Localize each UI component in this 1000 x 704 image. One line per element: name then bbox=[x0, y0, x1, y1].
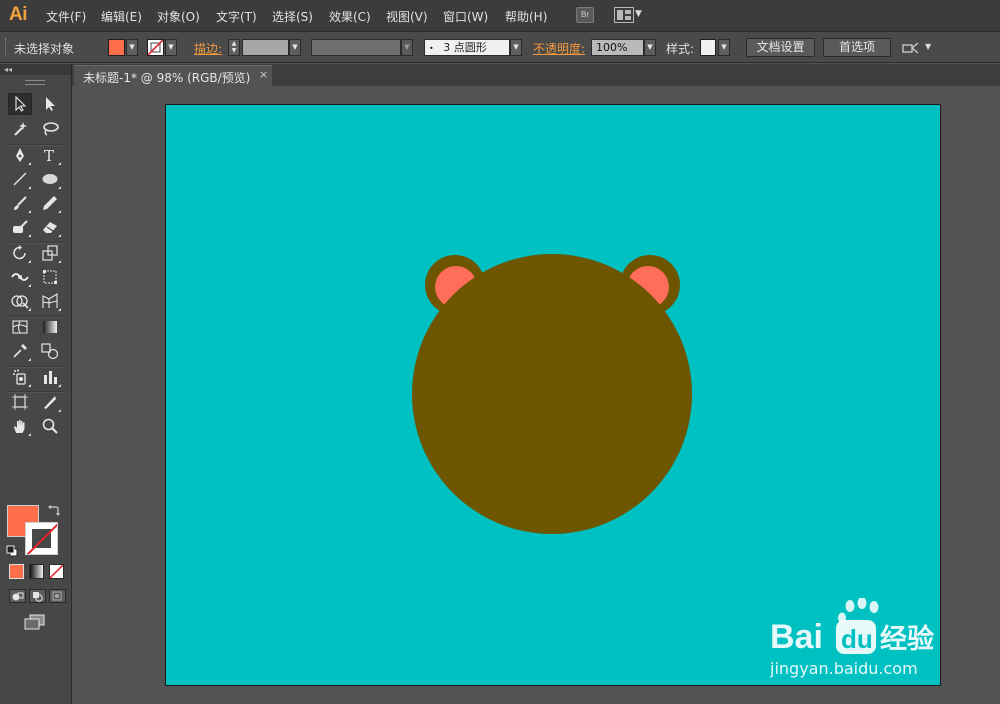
width-tool-icon[interactable] bbox=[8, 266, 32, 288]
panel-grip[interactable] bbox=[25, 80, 45, 85]
change-screen-mode-icon[interactable] bbox=[24, 614, 46, 630]
eraser-tool-icon[interactable] bbox=[38, 216, 62, 238]
fill-color-swatch[interactable] bbox=[108, 39, 125, 56]
preferences-button[interactable]: 首选项 bbox=[823, 38, 891, 57]
chevron-down-icon[interactable]: ▼ bbox=[635, 9, 642, 19]
column-graph-tool-icon[interactable] bbox=[38, 366, 62, 388]
svg-text:T: T bbox=[44, 147, 54, 163]
baidu-jingyan-watermark: Bai du 经验 jingyan.baidu.com bbox=[770, 598, 934, 678]
watermark-url: jingyan.baidu.com bbox=[770, 659, 918, 678]
brush-definition-field[interactable]: • 3 点圆形 bbox=[424, 39, 510, 56]
style-label: 样式: bbox=[666, 42, 695, 56]
draw-normal-icon[interactable] bbox=[9, 589, 26, 603]
direct-selection-tool-icon[interactable] bbox=[38, 93, 62, 115]
rotate-tool-icon[interactable] bbox=[8, 242, 32, 264]
paintbrush-tool-icon[interactable] bbox=[8, 192, 32, 214]
slice-tool-icon[interactable] bbox=[38, 391, 62, 413]
close-icon[interactable]: × bbox=[259, 68, 268, 81]
watermark-brand: Bai bbox=[770, 618, 823, 656]
menu-select[interactable]: 选择(S) bbox=[272, 8, 313, 25]
menu-help[interactable]: 帮助(H) bbox=[505, 8, 547, 25]
control-bar: 未选择对象 ▼ ▼ 描边: ▲ ▼ ▼ ▼ • 3 点圆形 ▼ 不透明度: 100… bbox=[0, 32, 1000, 63]
stroke-weight-dropdown-icon[interactable]: ▼ bbox=[289, 39, 301, 56]
swap-fill-stroke-icon[interactable] bbox=[48, 504, 60, 516]
document-setup-button[interactable]: 文档设置 bbox=[746, 38, 815, 57]
mesh-tool-icon[interactable] bbox=[8, 316, 32, 338]
stroke-color-swatch[interactable] bbox=[147, 39, 164, 56]
stroke-color-swatch[interactable] bbox=[25, 522, 58, 555]
profile-dropdown-icon[interactable]: ▼ bbox=[401, 39, 413, 56]
app-logo: Ai bbox=[9, 4, 28, 25]
gradient-mode-button[interactable] bbox=[29, 564, 44, 579]
opacity-label[interactable]: 不透明度: bbox=[533, 40, 585, 57]
stroke-label[interactable]: 描边: bbox=[194, 40, 222, 57]
pencil-tool-icon[interactable] bbox=[38, 192, 62, 214]
style-dropdown-icon[interactable]: ▼ bbox=[718, 39, 730, 56]
document-tab[interactable]: 未标题-1* @ 98% (RGB/预览) × bbox=[74, 65, 272, 86]
scale-tool-icon[interactable] bbox=[38, 242, 62, 264]
ellipse-tool-icon[interactable] bbox=[38, 168, 62, 190]
line-segment-tool-icon[interactable] bbox=[8, 168, 32, 190]
draw-inside-icon[interactable] bbox=[49, 589, 66, 603]
panel-menu-chevron-icon[interactable]: ▼ bbox=[925, 42, 931, 51]
fill-dropdown-icon[interactable]: ▼ bbox=[126, 39, 138, 56]
bear-face[interactable] bbox=[412, 254, 692, 534]
stroke-dropdown-icon[interactable]: ▼ bbox=[165, 39, 177, 56]
blend-tool-icon[interactable] bbox=[38, 340, 62, 362]
stroke-weight-stepper[interactable]: ▲ ▼ bbox=[228, 39, 240, 56]
gradient-tool-icon[interactable] bbox=[38, 316, 62, 338]
menu-bar: Ai 文件(F) 编辑(E) 对象(O) 文字(T) 选择(S) 效果(C) 视… bbox=[0, 0, 1000, 32]
opacity-dropdown-icon[interactable]: ▼ bbox=[644, 39, 656, 56]
watermark-brand-suffix: 经验 bbox=[880, 623, 934, 655]
opacity-input[interactable]: 100% bbox=[591, 39, 644, 56]
menu-view[interactable]: 视图(V) bbox=[386, 8, 428, 25]
none-mode-button[interactable] bbox=[49, 564, 64, 579]
symbol-sprayer-tool-icon[interactable] bbox=[8, 366, 32, 388]
menu-type[interactable]: 文字(T) bbox=[216, 8, 257, 25]
menu-window[interactable]: 窗口(W) bbox=[443, 8, 488, 25]
stroke-weight-input[interactable] bbox=[242, 39, 289, 56]
zoom-tool-icon[interactable] bbox=[38, 415, 62, 437]
color-mode-button[interactable] bbox=[9, 564, 24, 579]
pen-tool-icon[interactable] bbox=[8, 144, 32, 166]
eyedropper-tool-icon[interactable] bbox=[8, 340, 32, 362]
brush-dropdown-icon[interactable]: ▼ bbox=[510, 39, 522, 56]
variable-width-profile[interactable] bbox=[311, 39, 401, 56]
no-stroke-icon bbox=[148, 40, 163, 55]
no-color-icon bbox=[50, 565, 63, 578]
graphic-style-swatch[interactable] bbox=[700, 39, 716, 56]
hand-tool-icon[interactable] bbox=[8, 415, 32, 437]
collapse-panel-icon[interactable]: ◂◂ bbox=[0, 64, 71, 75]
lasso-tool-icon[interactable] bbox=[38, 118, 62, 140]
selection-tool-icon[interactable] bbox=[8, 93, 32, 115]
draw-behind-icon[interactable] bbox=[29, 589, 46, 603]
perspective-grid-tool-icon[interactable] bbox=[38, 290, 62, 312]
menu-effect[interactable]: 效果(C) bbox=[329, 8, 371, 25]
menu-object[interactable]: 对象(O) bbox=[157, 8, 200, 25]
blob-brush-tool-icon[interactable] bbox=[8, 216, 32, 238]
watermark-du-badge: du bbox=[836, 620, 876, 654]
panel-grip[interactable] bbox=[5, 38, 8, 56]
document-tab-strip: 未标题-1* @ 98% (RGB/预览) × bbox=[72, 64, 1000, 86]
menu-edit[interactable]: 编辑(E) bbox=[101, 8, 142, 25]
bridge-icon[interactable]: Br bbox=[576, 7, 594, 23]
type-tool-icon[interactable]: T bbox=[38, 144, 62, 166]
selection-status: 未选择对象 bbox=[14, 42, 75, 56]
free-transform-tool-icon[interactable] bbox=[38, 266, 62, 288]
arrange-documents-icon[interactable] bbox=[614, 7, 634, 23]
svg-text:du: du bbox=[841, 624, 873, 654]
shape-builder-tool-icon[interactable] bbox=[8, 290, 32, 312]
tools-panel: ◂◂ T bbox=[0, 64, 72, 704]
artboard-tool-icon[interactable] bbox=[8, 391, 32, 413]
isolate-icon[interactable] bbox=[902, 41, 920, 55]
menu-file[interactable]: 文件(F) bbox=[46, 8, 86, 25]
magic-wand-tool-icon[interactable] bbox=[8, 118, 32, 140]
document-tab-title: 未标题-1* @ 98% (RGB/预览) bbox=[83, 71, 251, 85]
paw-logo-icon bbox=[838, 598, 879, 624]
brush-dot-icon: • bbox=[429, 44, 434, 53]
default-fill-stroke-icon[interactable] bbox=[6, 545, 18, 557]
